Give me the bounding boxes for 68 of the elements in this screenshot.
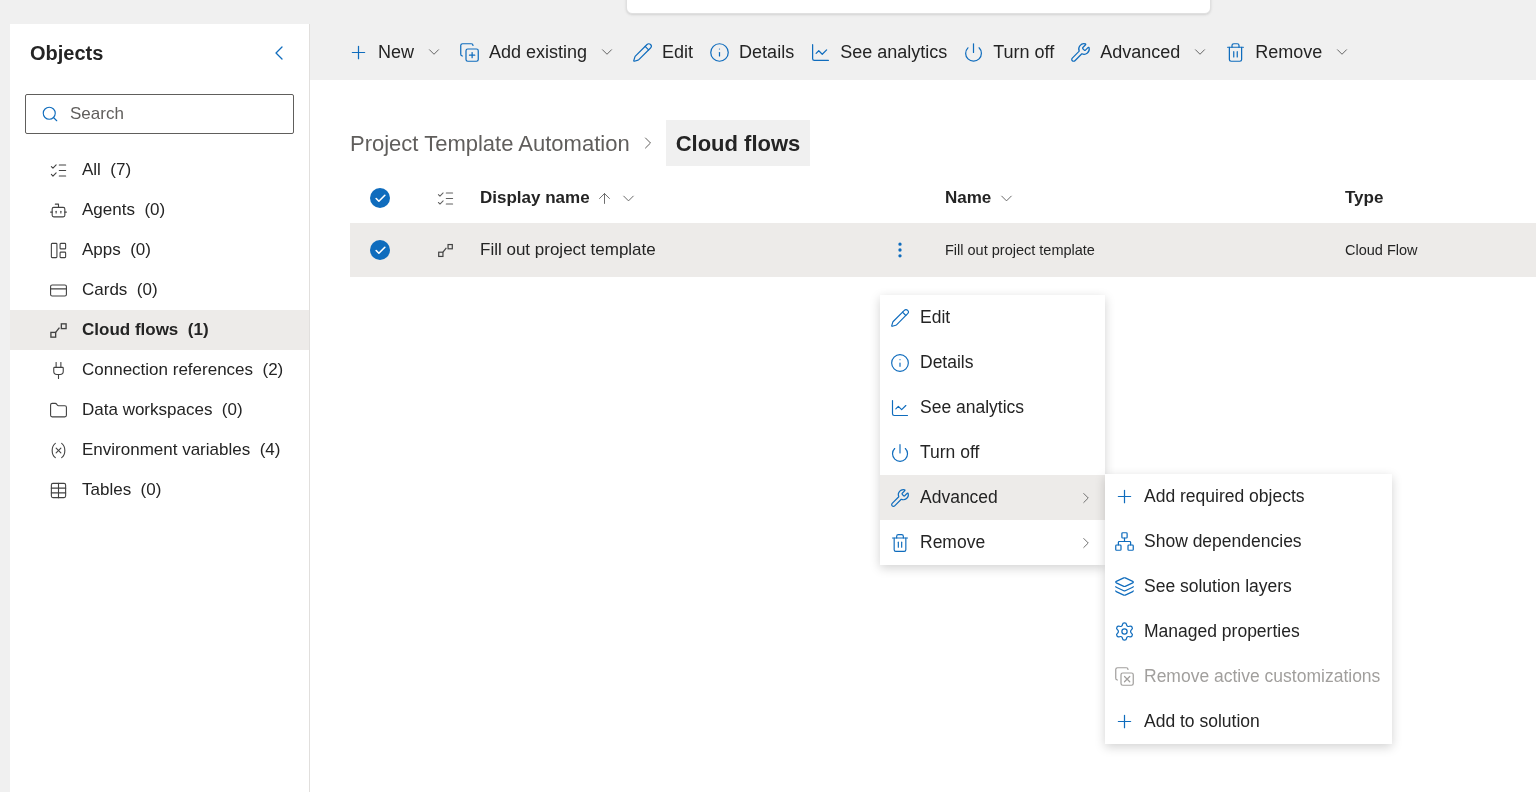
trash-icon: [890, 532, 910, 553]
remove-copy-icon: [1114, 666, 1135, 687]
trash-icon: [1225, 41, 1247, 63]
checkmark-icon: [373, 191, 387, 205]
menu-item[interactable]: Edit: [880, 295, 1105, 340]
row-checkbox[interactable]: [370, 188, 390, 208]
menu-item[interactable]: Managed properties: [1105, 609, 1392, 654]
menu-item[interactable]: Add required objects: [1105, 474, 1392, 519]
menu-item[interactable]: Advanced: [880, 475, 1105, 520]
toolbar-button[interactable]: Details: [709, 38, 795, 66]
pencil-icon: [632, 41, 654, 63]
table-icon: [49, 480, 68, 500]
object-category[interactable]: Tables (0): [10, 470, 309, 510]
toolbar-button[interactable]: Edit: [632, 38, 694, 66]
pencil-icon: [890, 307, 910, 328]
info-icon: [709, 41, 731, 63]
search-field[interactable]: Search: [25, 94, 294, 134]
column-header[interactable]: Type: [1345, 185, 1384, 211]
table-cell: Fill out project template: [945, 242, 1095, 258]
layers-icon: [1114, 576, 1135, 597]
menu-item[interactable]: Remove: [880, 520, 1105, 565]
toolbar-button[interactable]: Turn off: [963, 38, 1055, 66]
menu-item[interactable]: Show dependencies: [1105, 519, 1392, 564]
hierarchy-icon: [1114, 531, 1135, 552]
toolbar-button[interactable]: Remove: [1225, 38, 1352, 66]
object-category[interactable]: Apps (0): [10, 230, 309, 270]
settings-icon: [1114, 621, 1135, 642]
toolbar-button[interactable]: Advanced: [1070, 38, 1210, 66]
folder-icon: [49, 400, 68, 420]
column-header[interactable]: Display name: [480, 185, 638, 211]
flow-icon: [49, 320, 68, 340]
menu-item[interactable]: See solution layers: [1105, 564, 1392, 609]
toolbar-button[interactable]: New: [348, 38, 443, 66]
add-existing-icon: [459, 41, 480, 63]
power-icon: [890, 442, 910, 463]
search-icon: [41, 105, 59, 123]
panels-icon: [49, 240, 68, 260]
table-cell-text: Fill out project template: [480, 239, 656, 262]
flow-icon: [436, 241, 454, 259]
toolbar-button[interactable]: See analytics: [810, 38, 948, 66]
toolbar-button[interactable]: Add existing: [459, 38, 617, 66]
object-category[interactable]: Cards (0): [10, 270, 309, 310]
panel-title: Objects: [30, 41, 104, 66]
object-category[interactable]: Data workspaces (0): [10, 390, 309, 430]
row-checkbox[interactable]: [370, 240, 390, 260]
line-chart-icon: [890, 397, 910, 418]
menu-item[interactable]: Add to solution: [1105, 699, 1392, 744]
line-chart-icon: [810, 41, 832, 63]
object-category[interactable]: Agents (0): [10, 190, 309, 230]
object-category[interactable]: Environment variables (4): [10, 430, 309, 470]
wrench-icon: [890, 487, 910, 508]
object-category[interactable]: Connection references (2): [10, 350, 309, 390]
variable-icon: [49, 440, 68, 460]
object-category[interactable]: Cloud flows (1): [10, 310, 309, 350]
power-icon: [963, 41, 985, 63]
menu-item[interactable]: Turn off: [880, 430, 1105, 475]
menu-item[interactable]: See analytics: [880, 385, 1105, 430]
menu-item[interactable]: Details: [880, 340, 1105, 385]
menu-item: Remove active customizations: [1105, 654, 1392, 699]
object-category[interactable]: All (7): [10, 150, 309, 190]
info-icon: [890, 352, 910, 373]
wrench-icon: [1070, 41, 1092, 63]
breadcrumb-item[interactable]: Cloud flows: [665, 120, 811, 166]
table-cell: Cloud Flow: [1345, 242, 1418, 258]
breadcrumb-item[interactable]: Project Template Automation: [350, 120, 630, 166]
column-header[interactable]: Name: [945, 185, 1017, 211]
table-row[interactable]: Fill out project template Fill out project template Cloud Flow: [350, 223, 1536, 277]
checkmark-icon: [373, 243, 387, 257]
